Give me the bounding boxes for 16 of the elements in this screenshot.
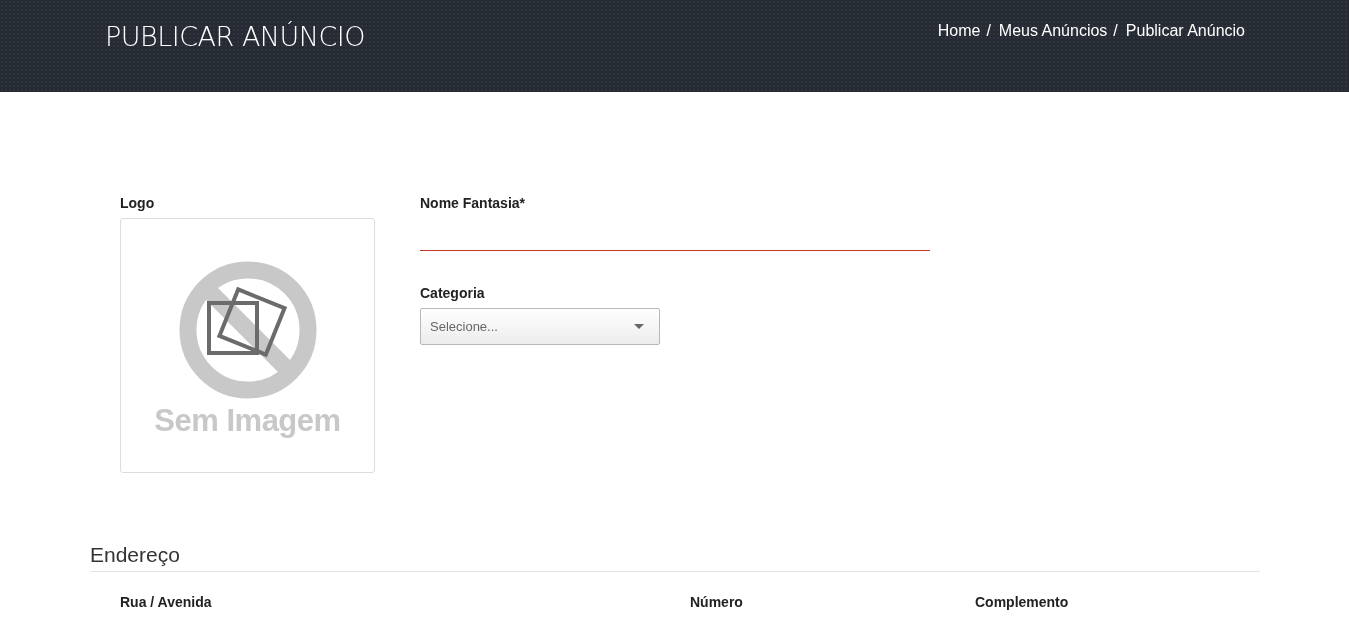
field-label: Categoria xyxy=(420,285,486,301)
category-select[interactable]: Selecione... xyxy=(420,308,660,345)
field-label: Complemento xyxy=(975,594,1070,610)
field-label: Nome Fantasia* xyxy=(420,195,527,211)
field-label: Rua / Avenida xyxy=(120,594,213,610)
breadcrumb-link[interactable]: Publicar Anúncio xyxy=(1125,22,1245,40)
breadcrumb-link[interactable]: Meus Anúncios xyxy=(998,22,1108,40)
field-label: Logo xyxy=(120,195,156,211)
breadcrumb-link[interactable]: Home xyxy=(937,22,981,40)
field-label: Número xyxy=(690,594,744,610)
breadcrumb-separator: / xyxy=(1113,22,1118,40)
page-title: PUBLICAR ANÚNCIO xyxy=(105,20,366,54)
section-title: Endereço xyxy=(90,543,1260,572)
caret-icon xyxy=(634,324,644,329)
breadcrumb-separator: / xyxy=(986,22,991,40)
no-image-icon xyxy=(178,260,317,399)
